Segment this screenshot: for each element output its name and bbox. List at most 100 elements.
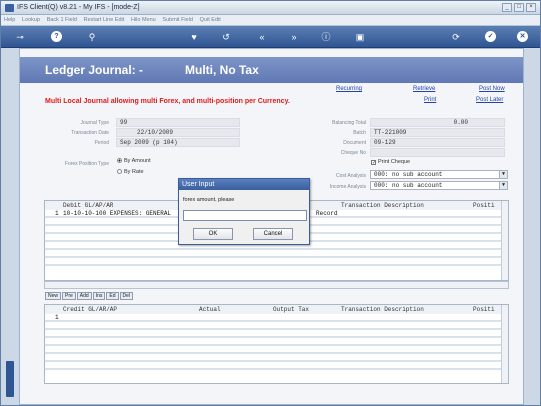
debit-account-cell[interactable]: 10-10-10-100 EXPENSES: GENERAL — [63, 211, 171, 217]
form-subtitle: Multi, No Tax — [185, 63, 259, 77]
previous-button[interactable]: Pre — [62, 292, 76, 300]
accept-icon[interactable]: ✓ — [485, 31, 496, 42]
delete-button[interactable]: Del — [119, 292, 134, 300]
journal-type-label: Journal Type — [80, 120, 109, 126]
toolbar: ⊸ ? ⚲ ♥ ↺ « » ⓘ ▣ ⟳ ✓ ✕ — [1, 26, 540, 48]
print-cheque-label: Print Cheque — [378, 159, 411, 165]
retrieve-link[interactable]: Retrieve — [413, 86, 435, 92]
debit-account-header: Debit GL/AP/AR — [63, 202, 114, 209]
key-icon[interactable]: ⊸ — [9, 30, 31, 44]
cost-analysis-select[interactable]: 000: no sub account ▼ — [370, 170, 508, 179]
table-row[interactable] — [45, 330, 508, 338]
table-row[interactable] — [45, 346, 508, 354]
credit-grid-header: Credit GL/AR/AP Actual Output Tax Transa… — [45, 305, 508, 314]
side-tab-icon[interactable] — [6, 361, 14, 397]
income-analysis-select[interactable]: 000: no sub account ▼ — [370, 181, 508, 190]
document-label: Document — [343, 140, 366, 146]
credit-description-header: Transaction Description — [341, 306, 424, 313]
menu-submit-field[interactable]: Submit Field — [162, 15, 193, 26]
app-icon — [5, 4, 14, 12]
batch-field[interactable]: TT-221009 — [370, 128, 505, 137]
search-icon[interactable]: ⚲ — [85, 30, 99, 44]
income-analysis-label: Income Analysis — [329, 184, 366, 190]
post-now-link[interactable]: Post Now — [479, 86, 505, 92]
cancel-icon[interactable]: ✕ — [517, 31, 528, 42]
save-icon[interactable]: ▣ — [353, 30, 367, 44]
row-number: 1 — [55, 314, 59, 321]
dialog-title: User Input — [179, 179, 309, 190]
credit-vertical-scrollbar[interactable] — [501, 305, 508, 383]
close-button[interactable]: × — [526, 3, 536, 12]
journal-description: Multi Local Journal allowing multi Forex… — [45, 98, 290, 105]
print-cheque-checkbox[interactable]: ✓ Print Cheque — [371, 159, 411, 166]
menu-hilo[interactable]: Hilo Menu — [131, 15, 156, 26]
grid-actions: New Pre Add Ins Ed Del — [45, 292, 134, 300]
recurring-link[interactable]: Recurring — [336, 86, 362, 92]
by-rate-radio[interactable]: By Rate — [117, 169, 144, 175]
post-later-link[interactable]: Post Later — [476, 97, 503, 103]
debit-vertical-scrollbar[interactable] — [501, 201, 508, 280]
form-title: Ledger Journal: - — [45, 63, 144, 77]
transaction-date-label: Transaction Date — [71, 130, 109, 136]
document-field[interactable]: 09-129 — [370, 138, 505, 147]
new-button[interactable]: New — [45, 292, 62, 300]
rewind-icon[interactable]: « — [255, 30, 269, 44]
journal-type-field[interactable]: 99 — [116, 118, 240, 127]
left-strip — [1, 48, 19, 405]
maximize-button[interactable]: □ — [514, 3, 524, 12]
credit-account-header: Credit GL/AR/AP — [63, 306, 118, 313]
period-label: Period — [94, 140, 109, 146]
right-strip — [524, 48, 540, 405]
insert-button[interactable]: Ins — [92, 292, 106, 300]
ok-button[interactable]: OK — [193, 228, 233, 240]
edit-button[interactable]: Ed — [106, 292, 119, 300]
table-row[interactable] — [45, 338, 508, 346]
help-icon[interactable]: ? — [51, 31, 62, 42]
debit-horizontal-scrollbar[interactable] — [44, 281, 509, 289]
dialog-prompt: forex amount, please — [183, 197, 235, 203]
table-row[interactable]: 1 — [45, 314, 508, 322]
table-row[interactable] — [45, 322, 508, 330]
chevron-down-icon[interactable]: ▼ — [499, 171, 507, 178]
credit-output-tax-header: Output Tax — [273, 306, 310, 313]
info-icon[interactable]: ⓘ — [319, 30, 333, 44]
chevron-down-icon[interactable]: ▼ — [499, 182, 507, 189]
app-window: IFS Client(Q) v8.21 - My IFS - [mode-Z] … — [0, 0, 541, 406]
window-title: IFS Client(Q) v8.21 - My IFS - [mode-Z] — [17, 4, 140, 11]
income-analysis-value: 000: no sub account — [374, 182, 443, 189]
cost-analysis-value: 000: no sub account — [374, 171, 443, 178]
undo-icon[interactable]: ↺ — [219, 30, 233, 44]
user-input-dialog: User Input forex amount, please OK Cance… — [178, 178, 310, 245]
by-rate-label: By Rate — [124, 169, 144, 175]
cancel-button[interactable]: Cancel — [253, 228, 293, 240]
row-number: 1 — [55, 210, 59, 217]
cheque-no-label: Cheque No — [340, 150, 366, 156]
forex-position-type-label: Forex Position Type — [64, 161, 109, 167]
table-row[interactable] — [45, 258, 508, 266]
menu-quit-edit[interactable]: Quit Edit — [200, 15, 221, 26]
menu-restart-line-edit[interactable]: Restart Line Edit — [84, 15, 125, 26]
heart-icon[interactable]: ♥ — [187, 30, 201, 44]
credit-grid: Credit GL/AR/AP Actual Output Tax Transa… — [44, 304, 509, 384]
forex-amount-input[interactable] — [183, 210, 307, 221]
by-amount-radio[interactable]: By Amount — [117, 158, 151, 164]
minimize-button[interactable]: _ — [502, 3, 512, 12]
fast-forward-icon[interactable]: » — [287, 30, 301, 44]
table-row[interactable] — [45, 250, 508, 258]
debit-description-cell[interactable]: Record — [316, 211, 338, 217]
period-field[interactable]: Sep 2009 (p 104) — [116, 138, 240, 147]
balancing-total-field: 0.00 — [370, 118, 505, 127]
menu-back-field[interactable]: Back 1 Field — [47, 15, 77, 26]
refresh-icon[interactable]: ⟳ — [449, 30, 463, 44]
cheque-no-field[interactable] — [370, 148, 505, 157]
menu-bar: Help Lookup Back 1 Field Restart Line Ed… — [1, 15, 540, 26]
print-link[interactable]: Print — [424, 97, 436, 103]
transaction-date-field[interactable]: 22/10/2009 — [116, 128, 240, 137]
form-header: Ledger Journal: - Multi, No Tax — [20, 57, 523, 83]
cost-analysis-label: Cost Analysis — [335, 173, 366, 179]
table-row[interactable] — [45, 362, 508, 370]
menu-help[interactable]: Help — [4, 15, 15, 26]
menu-lookup[interactable]: Lookup — [22, 15, 40, 26]
add-button[interactable]: Add — [76, 292, 92, 300]
table-row[interactable] — [45, 354, 508, 362]
